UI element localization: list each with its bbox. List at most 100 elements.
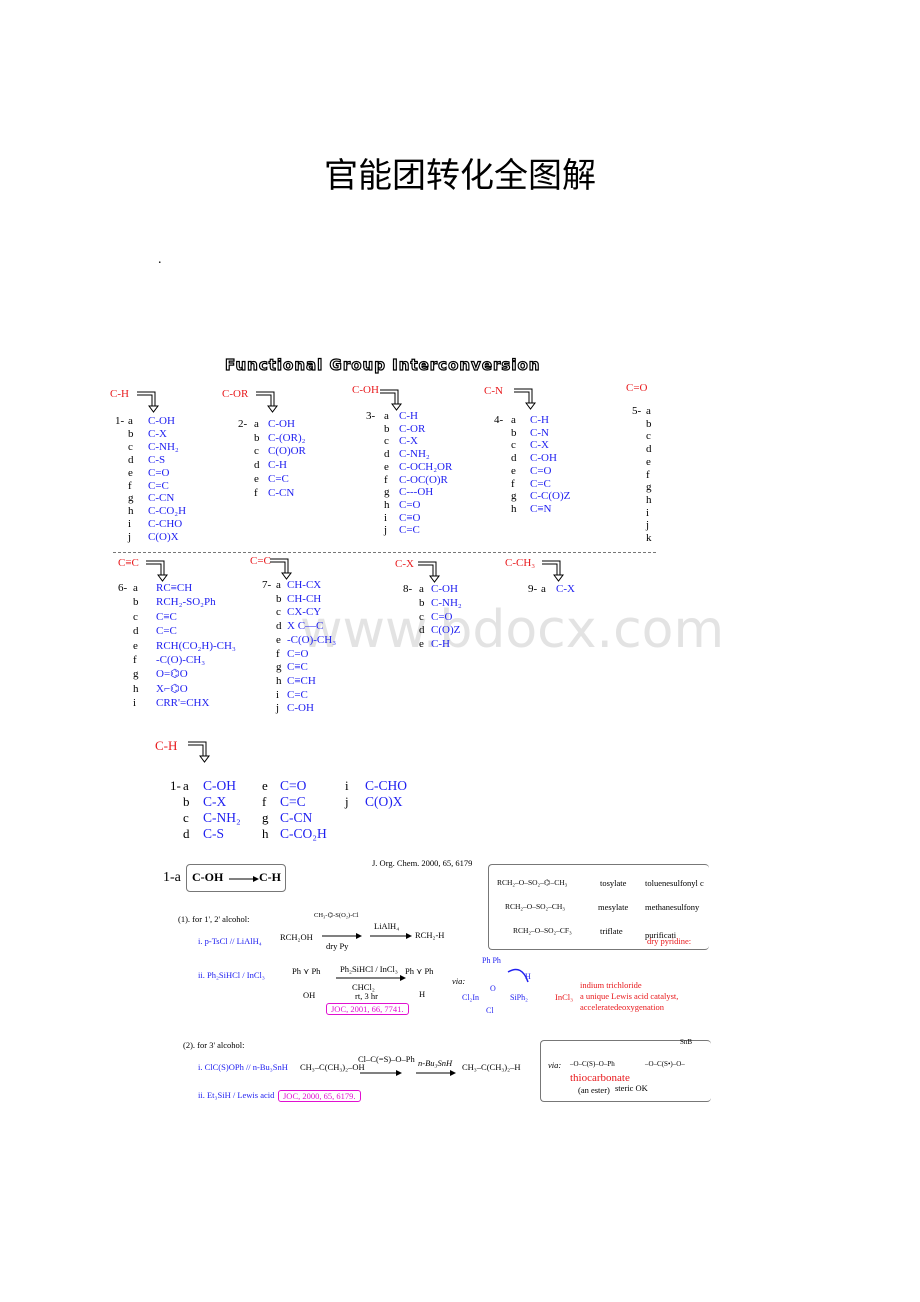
sulfonate-full-name: toluenesulfonyl c: [645, 878, 704, 888]
rch2h: RCH₂-H: [415, 930, 445, 940]
item-letter: e: [254, 472, 259, 485]
conversion-target: C-NH₂: [399, 448, 430, 461]
item-letter: f: [128, 479, 132, 492]
conversion-target: C-X: [530, 439, 549, 452]
conditions: rt, 3 hr: [355, 991, 378, 1001]
item-letter: f: [262, 794, 267, 809]
item-letter: g: [646, 481, 652, 494]
conversion-target: C-S: [148, 453, 166, 466]
item-letter: e: [384, 460, 389, 473]
h-label: H: [419, 989, 426, 999]
via-label: via:: [452, 976, 466, 986]
steric-ok: steric OK: [615, 1083, 648, 1093]
conversion-target: CRR'=CHX: [156, 697, 210, 710]
sulfonate-name: mesylate: [598, 902, 629, 912]
item-letter: b: [276, 592, 282, 605]
item-letter: j: [345, 794, 349, 809]
conversion-target: C-C(O)Z: [530, 490, 571, 503]
document-page: 官能团转化全图解 . www.bdocx.com Functional Grou…: [0, 0, 920, 1302]
thiocarbonyl-reagent: Cl–C(=S)–O–Ph: [358, 1054, 415, 1064]
double-arrow-icon: [380, 389, 402, 411]
method2-i: i. ClC(S)OPh // n-Bu₃SnH: [198, 1062, 288, 1072]
conversion-target: -C(O)-CH₃: [287, 633, 337, 646]
conversion-target: C-CN: [280, 810, 313, 825]
item-letter: j: [384, 524, 388, 537]
item-letter: a: [276, 579, 281, 591]
conversion-target: C-N: [530, 426, 549, 439]
item-number: 8-: [403, 583, 413, 595]
item-letter: h: [384, 498, 390, 511]
divider: [113, 552, 656, 553]
group-header: C-OR: [222, 388, 249, 400]
conversion-target: C-OH: [268, 418, 295, 430]
item-letter: g: [262, 810, 269, 825]
method-i: i. p-TsCl // LiAlH₄: [198, 936, 262, 946]
item-number: 1-: [115, 415, 125, 427]
conversion-target: C-S: [203, 826, 225, 841]
item-letter: a: [419, 583, 424, 595]
item-letter: k: [646, 532, 652, 544]
item-letter: d: [384, 448, 390, 461]
group-header: C-X: [395, 558, 414, 570]
item-letter: i: [384, 511, 388, 524]
part1-heading: (1). for 1', 2' alcohol:: [178, 914, 250, 924]
reaction-arrow: [229, 876, 259, 882]
double-arrow-icon: [418, 561, 440, 583]
double-arrow-icon: [146, 560, 168, 582]
conversion-target: CX-CY: [287, 606, 322, 619]
item-letter: f: [511, 477, 515, 490]
conversion-target: C-X: [556, 583, 575, 595]
item-letter: c: [183, 810, 189, 825]
via-label-2: via:: [548, 1060, 562, 1070]
conversion-target: C-NH₂: [148, 440, 179, 453]
item-letter: f: [254, 486, 258, 499]
method-ii: ii. Ph₂SiHCl / InCl₃: [198, 970, 265, 980]
dry-pyridine-note: dry pyridine:: [647, 936, 692, 946]
sulfonate-name: triflate: [600, 926, 623, 936]
conversion-target: C=O: [399, 498, 421, 511]
item-letter: a: [133, 582, 138, 594]
group-header: C-OH: [352, 384, 379, 396]
conversion-target: X⌐⌬O: [156, 682, 188, 695]
conversion-target: C---OH: [399, 486, 434, 499]
item-number: 5-: [632, 405, 642, 417]
item-letter: e: [511, 464, 516, 477]
conversion-target: C=C: [148, 479, 169, 492]
item-letter: f: [133, 654, 137, 666]
item-letter: c: [419, 610, 424, 623]
method2-ii: ii. Et₃SiH / Lewis acid: [198, 1090, 275, 1100]
conversion-target: C(O)X: [148, 531, 179, 544]
item-letter: d: [133, 625, 139, 638]
item-letter: e: [419, 638, 424, 651]
item-letter: d: [276, 620, 282, 633]
reference-2001: JOC, 2001, 66, 7741.: [326, 1003, 409, 1015]
conversion-target: C-(OR)₂: [268, 431, 306, 444]
conversion-target: C(O)OR: [268, 445, 306, 458]
item-letter: e: [262, 778, 268, 793]
conversion-target: C-OH: [287, 702, 314, 715]
item-letter: a: [541, 583, 546, 595]
sulfonate-formula: RCH₂–O–SO₂–CH₃: [505, 902, 565, 911]
item-number: 2-: [238, 418, 248, 430]
from-group: C-OH: [192, 870, 224, 884]
incl3-note-3: acceleratedeoxygenation: [580, 1002, 665, 1012]
item-letter: j: [128, 531, 132, 544]
conversion-target: C-H: [431, 638, 450, 651]
conversion-target: C-OH: [203, 778, 236, 793]
item-letter: a: [254, 418, 259, 430]
journal-reference: J. Org. Chem. 2000, 65, 6179: [372, 858, 473, 868]
item-letter: i: [345, 778, 349, 793]
conversion-target: C≡C: [287, 661, 308, 674]
conversion-target: C=C: [268, 472, 289, 485]
item-letter: f: [384, 473, 388, 486]
item-letter: d: [128, 453, 134, 466]
item-letter: d: [183, 826, 190, 841]
incl3-note-2: a unique Lewis acid catalyst,: [580, 991, 679, 1001]
reaction-arrows-3: [360, 1070, 456, 1076]
group-header: C-H: [110, 388, 129, 400]
conversion-target: C≡N: [530, 502, 552, 515]
tert-butanol: CH₃–C(CH₃)₂–OH: [300, 1062, 365, 1072]
conversion-target: C-NH₂: [431, 596, 462, 609]
conversion-target: C=C: [280, 794, 306, 809]
figure-title: Functional Group Interconversion: [224, 355, 541, 374]
